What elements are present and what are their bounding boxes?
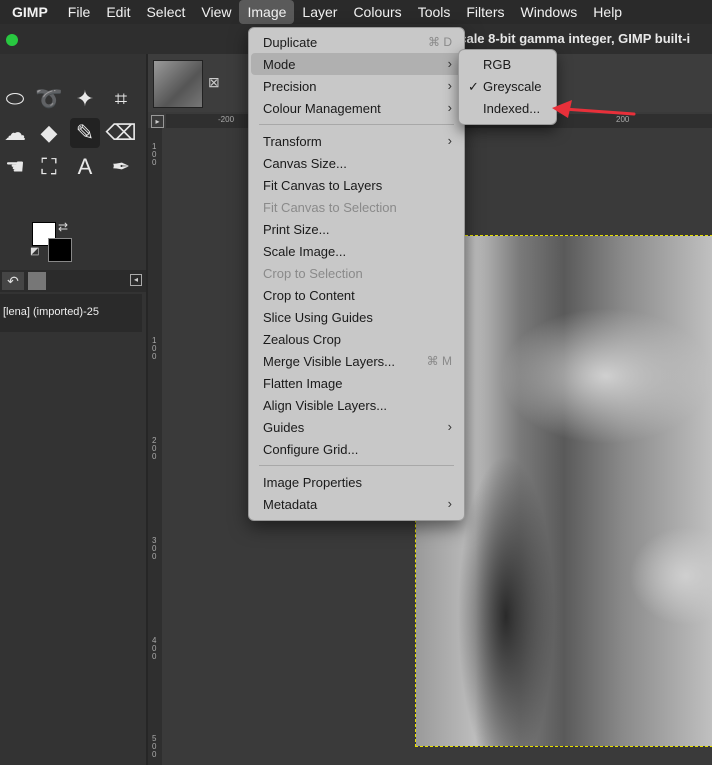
undo-history-tab-icon[interactable]: ↶: [2, 272, 24, 290]
menu-item-guides[interactable]: Guides: [263, 420, 304, 435]
close-tab-icon[interactable]: ⊠: [208, 74, 220, 91]
submenu-item-greyscale[interactable]: Greyscale: [483, 79, 542, 94]
submenu-arrow-icon: ›: [447, 133, 452, 148]
menu-file[interactable]: File: [60, 0, 99, 24]
images-tab-icon[interactable]: [28, 272, 46, 290]
menu-separator: [259, 465, 454, 466]
crop-icon[interactable]: ⌗: [106, 84, 136, 114]
ruler-tick-label: 0: [152, 552, 157, 561]
reset-colors-icon[interactable]: ◩: [30, 246, 39, 257]
free-select-icon[interactable]: ➰: [34, 84, 64, 114]
menu-item-configure-grid[interactable]: Configure Grid...: [263, 442, 358, 457]
menu-item-slice-using-guides[interactable]: Slice Using Guides: [263, 310, 373, 325]
submenu-arrow-icon: ›: [447, 56, 452, 71]
menu-item-mode[interactable]: Mode: [263, 57, 296, 72]
menu-tools[interactable]: Tools: [410, 0, 459, 24]
menu-item-scale-image[interactable]: Scale Image...: [263, 244, 346, 259]
menu-app-gimp[interactable]: GIMP: [0, 0, 60, 24]
ruler-tick-label: 0: [152, 750, 157, 759]
eraser-icon[interactable]: ⌫: [105, 118, 136, 148]
annotation-arrow-icon: [552, 100, 636, 118]
submenu-item-rgb[interactable]: RGB: [483, 57, 511, 72]
menu-item-crop-to-content[interactable]: Crop to Content: [263, 288, 355, 303]
fuzzy-select-icon[interactable]: ✦: [70, 84, 100, 114]
menu-item-print-size[interactable]: Print Size...: [263, 222, 329, 237]
ruler-tick-label: -200: [218, 115, 235, 124]
checkmark-icon: ✓: [468, 79, 479, 94]
menu-filters[interactable]: Filters: [458, 0, 512, 24]
color-picker-icon[interactable]: ✒: [106, 152, 136, 182]
image-tab-thumbnail[interactable]: [153, 60, 203, 108]
menu-item-crop-to-selection: Crop to Selection: [263, 266, 363, 281]
menu-item-duplicate[interactable]: Duplicate: [263, 35, 317, 50]
submenu-arrow-icon: ›: [447, 78, 452, 93]
dock-menu-icon[interactable]: ◂: [130, 274, 142, 286]
menu-item-transform[interactable]: Transform: [263, 134, 322, 149]
menu-item-fit-canvas-to-layers[interactable]: Fit Canvas to Layers: [263, 178, 382, 193]
submenu-item-indexed[interactable]: Indexed...: [483, 101, 540, 116]
menu-view[interactable]: View: [193, 0, 239, 24]
ruler-tick-label: 0: [152, 352, 157, 361]
smudge-icon[interactable]: ☚: [0, 152, 30, 182]
image-list-item-label: [lena] (imported)-25: [3, 306, 99, 318]
menu-item-canvas-size[interactable]: Canvas Size...: [263, 156, 347, 171]
ruler-tick-label: 0: [152, 652, 157, 661]
image-menu-dropdown: Duplicate ⌘ D Mode › Precision › Colour …: [248, 27, 465, 521]
ruler-tick-label: 0: [152, 158, 157, 167]
ellipse-select-icon[interactable]: ⬭: [0, 84, 30, 114]
menu-item-align-visible-layers[interactable]: Align Visible Layers...: [263, 398, 387, 413]
shortcut-duplicate: ⌘ D: [428, 35, 452, 49]
paintbrush-icon[interactable]: ✎: [70, 118, 100, 148]
mode-submenu: RGB ✓ Greyscale Indexed...: [458, 49, 557, 125]
menu-item-colour-management[interactable]: Colour Management: [263, 101, 381, 116]
menu-layer[interactable]: Layer: [294, 0, 345, 24]
window-title: scale 8-bit gamma integer, GIMP built-i: [452, 31, 691, 46]
menu-item-image-properties[interactable]: Image Properties: [263, 475, 362, 490]
menu-separator: [259, 124, 454, 125]
text-tool-icon[interactable]: A: [70, 152, 100, 182]
swap-colors-icon[interactable]: ⇄: [58, 220, 68, 234]
submenu-arrow-icon: ›: [447, 100, 452, 115]
submenu-arrow-icon: ›: [447, 496, 452, 511]
vertical-ruler[interactable]: 1 0 0 1 0 0 2 0 0 3 0 0 4 0 0 5 0 0: [148, 128, 162, 765]
warp-transform-icon[interactable]: ☁: [0, 118, 30, 148]
menu-edit[interactable]: Edit: [98, 0, 138, 24]
menu-item-metadata[interactable]: Metadata: [263, 497, 317, 512]
menu-item-flatten-image[interactable]: Flatten Image: [263, 376, 343, 391]
bucket-fill-icon[interactable]: ◆: [34, 118, 64, 148]
menu-item-zealous-crop[interactable]: Zealous Crop: [263, 332, 341, 347]
menu-item-merge-visible-layers[interactable]: Merge Visible Layers...: [263, 354, 395, 369]
ruler-tick-label: 0: [152, 452, 157, 461]
menu-image[interactable]: Image: [239, 0, 295, 24]
macos-menubar: GIMP File Edit Select View Image Layer C…: [0, 0, 712, 24]
menu-help[interactable]: Help: [585, 0, 630, 24]
toolbox: ⬭ ➰ ✦ ⌗ ☁ ◆ ✎ ⌫ ☚ ⛶ A ✒: [0, 54, 146, 765]
menu-windows[interactable]: Windows: [513, 0, 586, 24]
submenu-arrow-icon: ›: [447, 419, 452, 434]
quick-mask-toggle-icon[interactable]: ▸: [151, 115, 164, 128]
shortcut-merge-visible-layers: ⌘ M: [426, 354, 452, 368]
path-tool-icon[interactable]: ⛶: [34, 152, 64, 182]
background-color-swatch[interactable]: [48, 238, 72, 262]
menu-colours[interactable]: Colours: [345, 0, 409, 24]
menu-item-precision[interactable]: Precision: [263, 79, 316, 94]
menu-select[interactable]: Select: [138, 0, 193, 24]
menu-item-fit-canvas-to-selection: Fit Canvas to Selection: [263, 200, 397, 215]
zoom-window-button[interactable]: [6, 34, 18, 46]
